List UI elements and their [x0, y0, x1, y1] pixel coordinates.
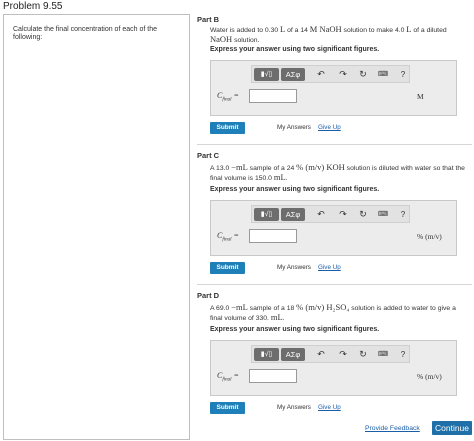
divider: [197, 284, 472, 285]
reset-icon[interactable]: ↻: [356, 208, 370, 221]
math-toolbar: ▮√▯ ΑΣφ ↶ ↷ ↻ ⌨ ?: [251, 345, 410, 363]
answer-input[interactable]: [249, 369, 297, 383]
provide-feedback-link[interactable]: Provide Feedback: [365, 425, 420, 432]
keyboard-icon[interactable]: ⌨: [376, 348, 390, 361]
continue-button[interactable]: Continue: [432, 421, 472, 435]
problem-instructions-panel: Calculate the final concentration of eac…: [3, 14, 190, 440]
part-b-instruction: Express your answer using two significan…: [210, 46, 380, 53]
help-icon[interactable]: ?: [396, 348, 410, 361]
give-up-link[interactable]: Give Up: [318, 124, 341, 131]
undo-icon[interactable]: ↶: [314, 68, 328, 81]
give-up-link[interactable]: Give Up: [318, 264, 341, 271]
submit-button[interactable]: Submit: [210, 122, 245, 134]
answer-input[interactable]: [249, 229, 297, 243]
redo-icon[interactable]: ↷: [336, 208, 350, 221]
unit-label: % (m/v): [417, 232, 442, 241]
variable-label: Cfinal =: [217, 231, 239, 243]
part-d-question: A 69.0 −mL sample of a 18 % (m/v) H₂SO₄ …: [210, 302, 456, 323]
part-d-heading: Part D: [197, 291, 220, 300]
keyboard-icon[interactable]: ⌨: [376, 68, 390, 81]
redo-icon[interactable]: ↷: [336, 68, 350, 81]
part-d-answer-area: ▮√▯ ΑΣφ ↶ ↷ ↻ ⌨ ? Cfinal = % (m/v): [210, 340, 457, 396]
part-c-answer-area: ▮√▯ ΑΣφ ↶ ↷ ↻ ⌨ ? Cfinal = % (m/v): [210, 200, 457, 256]
part-b-question: Water is added to 0.30 L of a 14 M NaOH …: [210, 24, 447, 45]
unit-label: M: [417, 92, 424, 101]
my-answers-link[interactable]: My Answers: [277, 404, 311, 411]
reset-icon[interactable]: ↻: [356, 68, 370, 81]
give-up-link[interactable]: Give Up: [318, 404, 341, 411]
keyboard-icon[interactable]: ⌨: [376, 208, 390, 221]
part-c-question: A 13.0 −mL sample of a 24 % (m/v) KOH so…: [210, 162, 465, 183]
help-icon[interactable]: ?: [396, 208, 410, 221]
problem-title: Problem 9.55: [3, 1, 63, 12]
submit-button[interactable]: Submit: [210, 402, 245, 414]
redo-icon[interactable]: ↷: [336, 348, 350, 361]
variable-label: Cfinal =: [217, 91, 239, 103]
symbols-button[interactable]: ΑΣφ: [281, 348, 305, 361]
variable-label: Cfinal =: [217, 371, 239, 383]
answer-input[interactable]: [249, 89, 297, 103]
submit-button[interactable]: Submit: [210, 262, 245, 274]
divider: [197, 144, 472, 145]
unit-label: % (m/v): [417, 372, 442, 381]
undo-icon[interactable]: ↶: [314, 348, 328, 361]
part-b-answer-area: ▮√▯ ΑΣφ ↶ ↷ ↻ ⌨ ? Cfinal = M: [210, 60, 457, 116]
my-answers-link[interactable]: My Answers: [277, 124, 311, 131]
templates-button[interactable]: ▮√▯: [254, 348, 279, 361]
problem-instructions: Calculate the final concentration of eac…: [13, 26, 157, 41]
templates-button[interactable]: ▮√▯: [254, 208, 279, 221]
symbols-button[interactable]: ΑΣφ: [281, 208, 305, 221]
undo-icon[interactable]: ↶: [314, 208, 328, 221]
part-c-heading: Part C: [197, 151, 220, 160]
templates-button[interactable]: ▮√▯: [254, 68, 279, 81]
part-d-instruction: Express your answer using two significan…: [210, 326, 380, 333]
my-answers-link[interactable]: My Answers: [277, 264, 311, 271]
symbols-button[interactable]: ΑΣφ: [281, 68, 305, 81]
help-icon[interactable]: ?: [396, 68, 410, 81]
reset-icon[interactable]: ↻: [356, 348, 370, 361]
part-c-instruction: Express your answer using two significan…: [210, 186, 380, 193]
part-b-heading: Part B: [197, 15, 220, 24]
math-toolbar: ▮√▯ ΑΣφ ↶ ↷ ↻ ⌨ ?: [251, 65, 410, 83]
math-toolbar: ▮√▯ ΑΣφ ↶ ↷ ↻ ⌨ ?: [251, 205, 410, 223]
